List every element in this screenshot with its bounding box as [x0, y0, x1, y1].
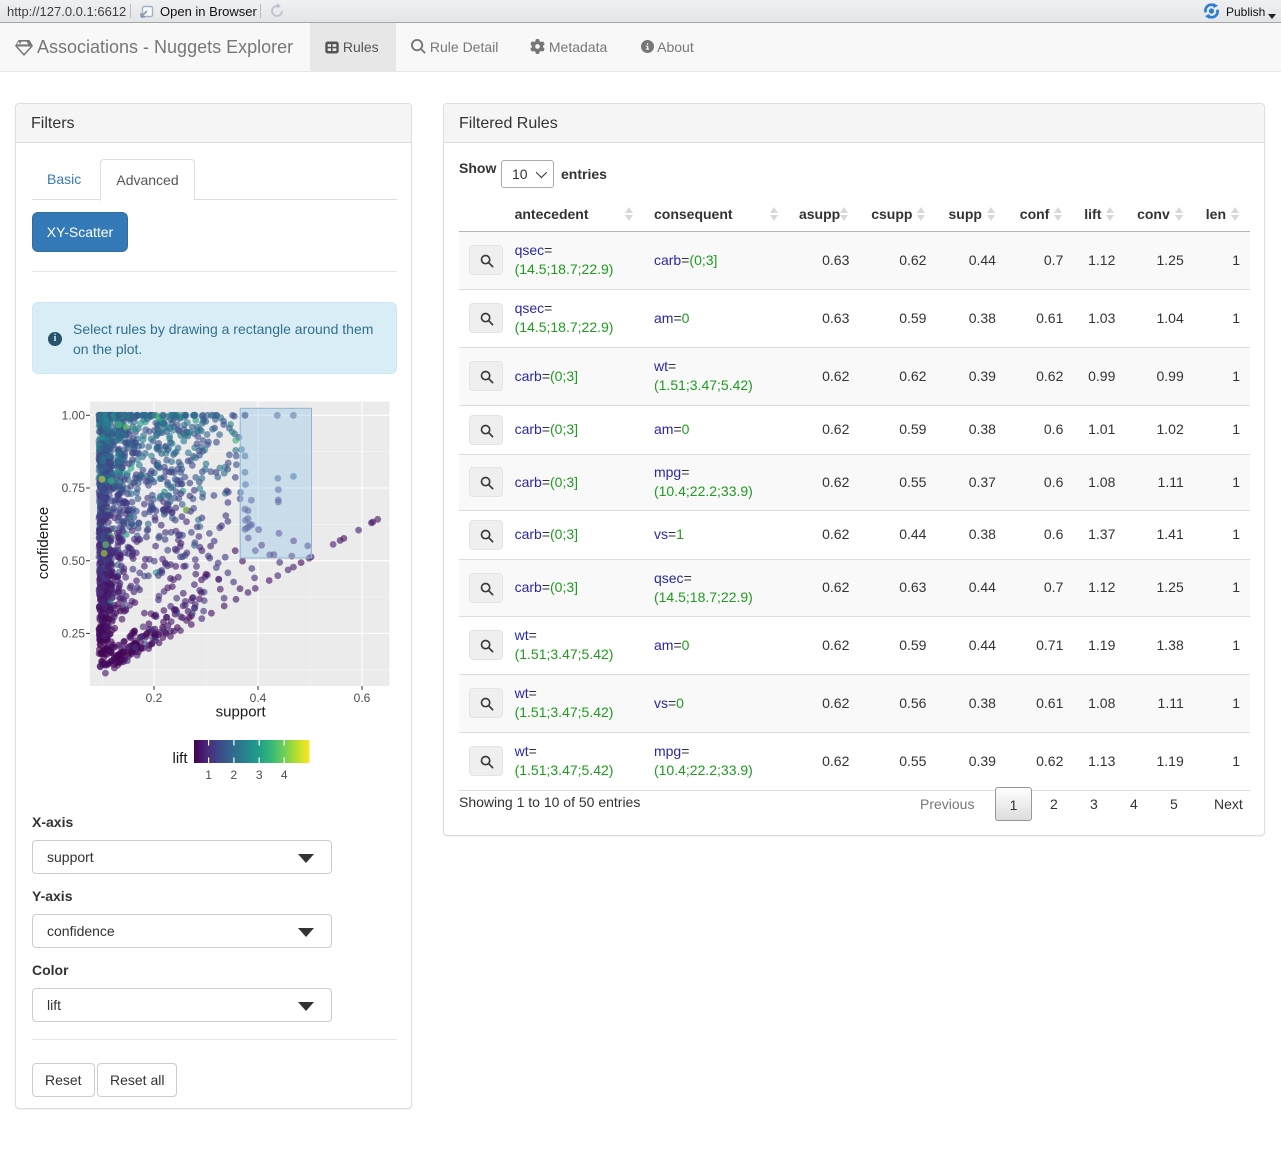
svg-text:support: support: [216, 704, 267, 721]
svg-text:4: 4: [281, 768, 288, 782]
svg-text:3: 3: [256, 768, 263, 782]
svg-text:0.25: 0.25: [62, 627, 86, 641]
svg-text:0.75: 0.75: [62, 481, 86, 495]
svg-text:1.00: 1.00: [62, 409, 86, 423]
svg-text:0.2: 0.2: [146, 691, 163, 705]
svg-text:0.50: 0.50: [62, 554, 86, 568]
svg-text:confidence: confidence: [35, 507, 52, 580]
svg-text:2: 2: [231, 768, 238, 782]
svg-text:lift: lift: [173, 750, 189, 767]
svg-text:1: 1: [205, 768, 212, 782]
svg-text:0.6: 0.6: [354, 691, 371, 705]
